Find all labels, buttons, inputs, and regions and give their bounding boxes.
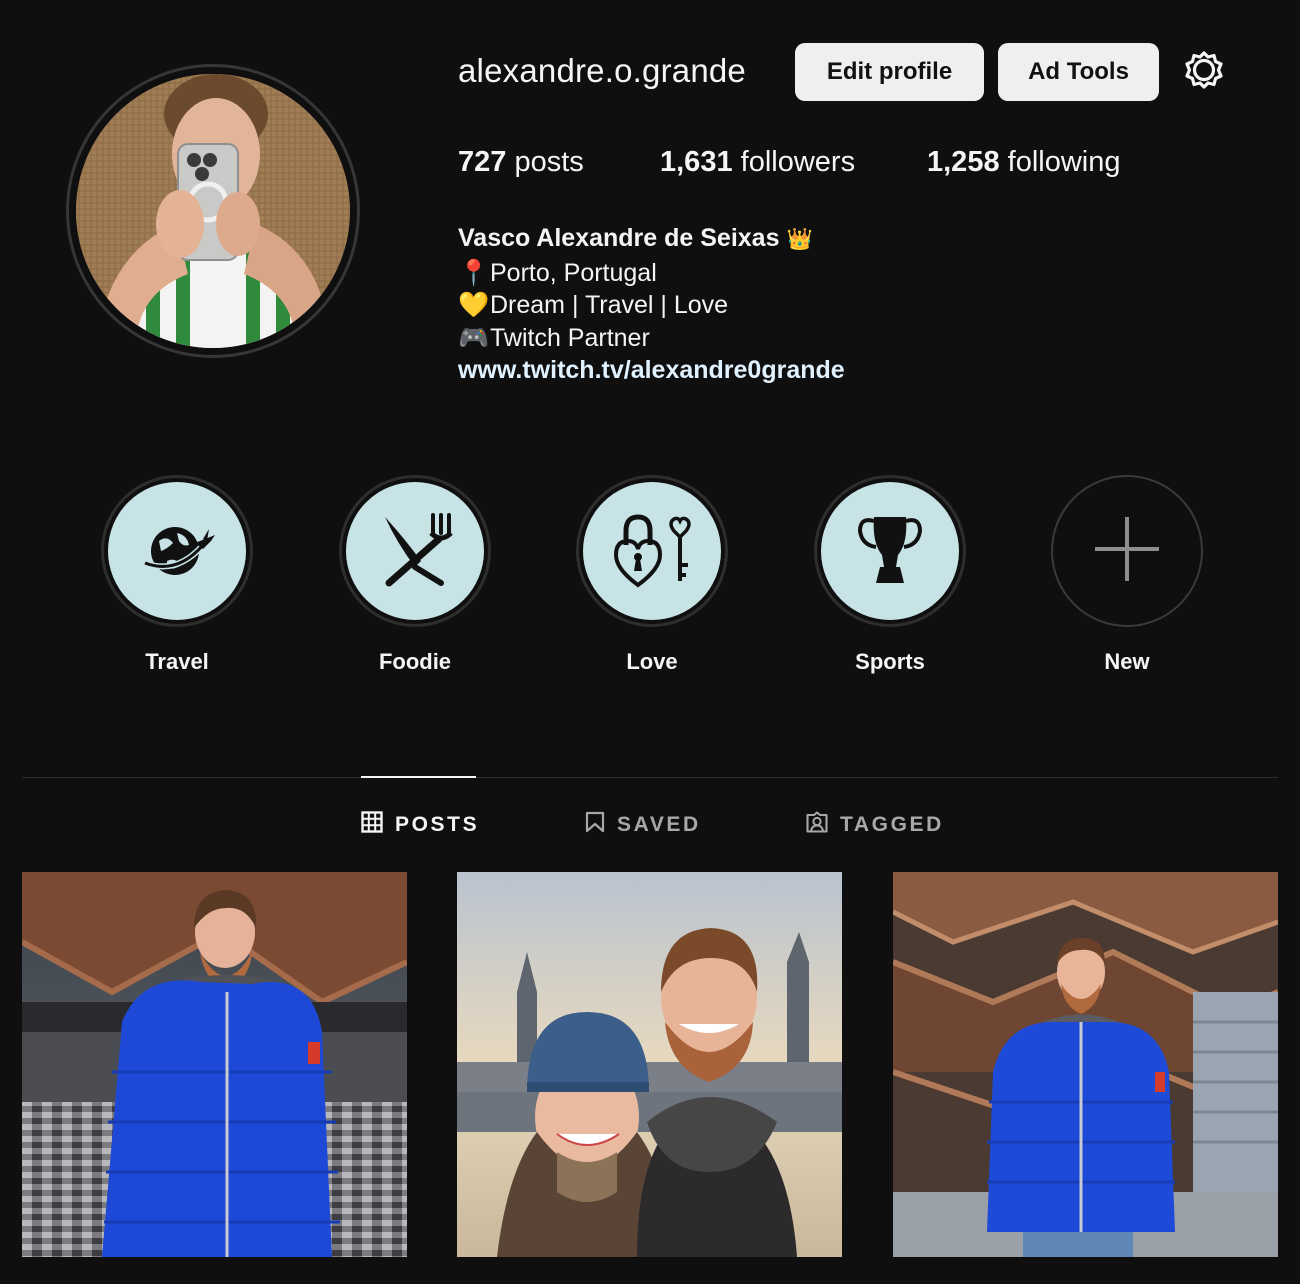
posts-count-stat: 727 posts — [458, 146, 584, 179]
posts-label: posts — [506, 146, 584, 178]
tagged-user-icon — [806, 811, 828, 839]
bio-line-location: 📍Porto, Portugal — [458, 257, 845, 290]
bio-link[interactable]: www.twitch.tv/alexandre0grande — [458, 354, 845, 387]
highlight-label: Travel — [145, 649, 209, 674]
highlight-cover — [346, 482, 484, 620]
highlight-ring — [339, 475, 491, 627]
highlight-ring — [576, 475, 728, 627]
heart-lock-key-icon — [612, 509, 692, 594]
highlight-label: Foodie — [378, 649, 452, 674]
ad-tools-button[interactable]: Ad Tools — [998, 43, 1159, 101]
yellow-heart-emoji: 💛 — [458, 291, 490, 319]
avatar[interactable] — [76, 74, 350, 348]
following-label: following — [999, 146, 1121, 178]
post-tile[interactable] — [893, 872, 1278, 1257]
profile-avatar-ring[interactable] — [66, 64, 360, 358]
globe-plane-icon — [137, 509, 217, 594]
edit-profile-button[interactable]: Edit profile — [795, 43, 984, 101]
tab-saved[interactable]: SAVED — [585, 810, 701, 840]
gear-icon — [1183, 49, 1225, 96]
plus-icon — [1092, 514, 1162, 589]
highlight-foodie[interactable]: Foodie — [339, 475, 491, 674]
full-name: Vasco Alexandre de Seixas — [458, 224, 780, 252]
highlight-cover — [583, 482, 721, 620]
bio-line-twitch: 🎮Twitch Partner — [458, 322, 845, 355]
bio-name-line: Vasco Alexandre de Seixas 👑 — [458, 222, 845, 257]
grid-icon — [361, 811, 383, 839]
bio-location: Porto, Portugal — [490, 258, 657, 287]
bookmark-icon — [585, 811, 605, 839]
highlight-ring — [814, 475, 966, 627]
following-stat[interactable]: 1,258 following — [927, 146, 1120, 179]
post-tile[interactable] — [457, 872, 842, 1257]
pin-emoji: 📍 — [458, 258, 490, 287]
post-tile[interactable] — [22, 872, 407, 1257]
following-count: 1,258 — [927, 146, 1000, 178]
username: alexandre.o.grande — [458, 52, 746, 89]
tab-tagged[interactable]: TAGGED — [806, 810, 944, 840]
knife-fork-icon — [375, 509, 455, 594]
crown-emoji: 👑 — [786, 228, 813, 251]
highlight-new[interactable]: New — [1051, 475, 1203, 674]
tab-tagged-label: TAGGED — [840, 813, 944, 836]
followers-count: 1,631 — [660, 146, 733, 178]
profile-page: alexandre.o.grande Edit profile Ad Tools… — [0, 0, 1300, 1284]
bio-tagline: Dream | Travel | Love — [490, 291, 729, 319]
followers-label: followers — [732, 146, 856, 178]
trophy-icon — [850, 509, 930, 594]
highlight-label: Sports — [855, 649, 925, 674]
tabs-divider — [22, 777, 1278, 778]
highlight-cover — [821, 482, 959, 620]
followers-stat[interactable]: 1,631 followers — [660, 146, 855, 179]
bio: Vasco Alexandre de Seixas 👑 📍Porto, Port… — [458, 222, 845, 387]
highlight-travel[interactable]: Travel — [101, 475, 253, 674]
settings-button[interactable] — [1182, 50, 1226, 94]
highlight-label: Love — [626, 649, 678, 674]
tab-posts[interactable]: POSTS — [361, 810, 479, 840]
bio-twitch: Twitch Partner — [490, 323, 650, 352]
highlight-label: New — [1104, 649, 1150, 674]
highlight-ring — [101, 475, 253, 627]
highlight-ring — [1051, 475, 1203, 627]
highlight-cover — [108, 482, 246, 620]
tab-posts-label: POSTS — [395, 813, 480, 836]
tab-saved-label: SAVED — [617, 813, 701, 836]
bio-line-tagline: 💛Dream | Travel | Love — [458, 289, 845, 322]
highlight-cover — [1058, 482, 1196, 620]
posts-count: 727 — [458, 146, 507, 178]
game-controller-emoji: 🎮 — [458, 323, 490, 352]
highlight-sports[interactable]: Sports — [814, 475, 966, 674]
active-tab-indicator — [361, 776, 476, 778]
highlight-love[interactable]: Love — [576, 475, 728, 674]
